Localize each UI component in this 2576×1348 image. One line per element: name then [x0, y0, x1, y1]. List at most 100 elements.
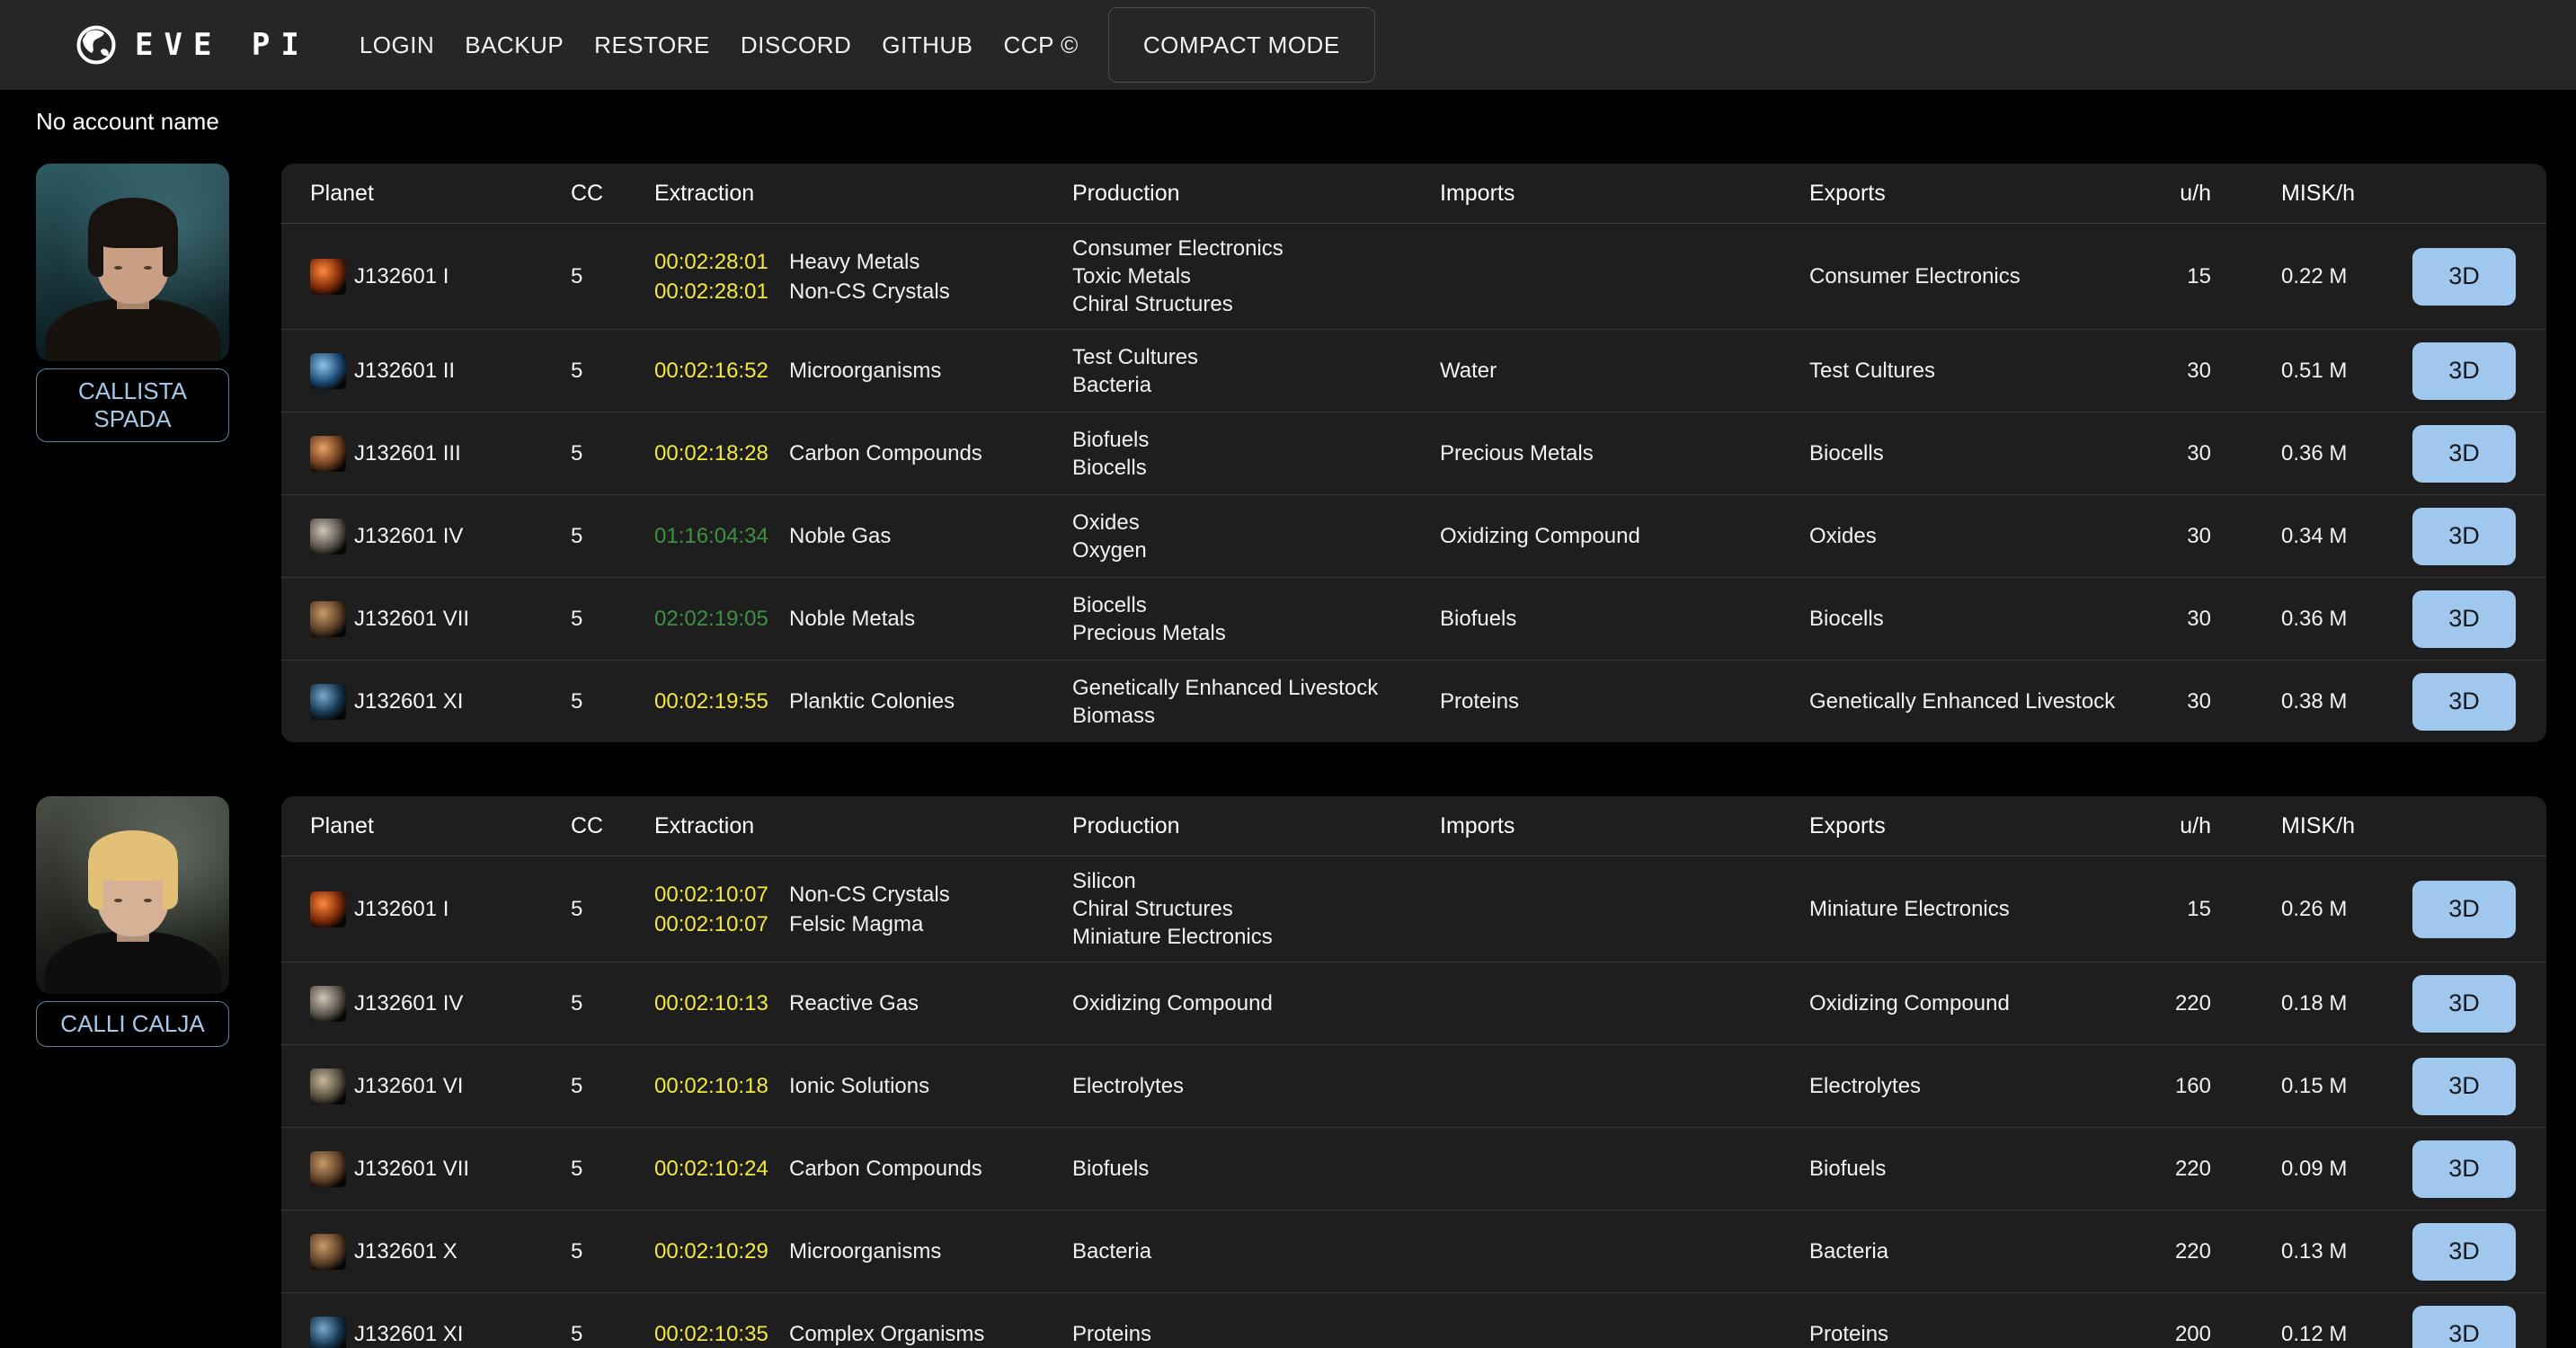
- cc-value: 5: [571, 359, 654, 384]
- planet-name: J132601 X: [354, 1239, 457, 1264]
- misk-per-hour-value: 0.15 M: [2211, 1074, 2412, 1099]
- production-item: Test Cultures: [1072, 343, 1440, 371]
- exports-cell: Oxidizing Compound: [1809, 989, 2133, 1017]
- compact-mode-button[interactable]: COMPACT MODE: [1108, 7, 1375, 83]
- column-header-imports: Imports: [1440, 813, 1809, 839]
- extraction-line: 00:02:10:18Ionic Solutions: [654, 1071, 1072, 1101]
- production-cell: Bacteria: [1072, 1237, 1440, 1265]
- column-header-production: Production: [1072, 181, 1440, 207]
- production-item: Biocells: [1072, 591, 1440, 619]
- production-cell: Test CulturesBacteria: [1072, 343, 1440, 399]
- character-name-button[interactable]: CALLISTA SPADA: [36, 368, 229, 442]
- export-item: Proteins: [1809, 1320, 2133, 1348]
- planet-icon: [310, 259, 346, 295]
- planet-cell: J132601 X: [310, 1234, 571, 1270]
- units-per-hour-value: 30: [2133, 359, 2211, 384]
- export-item: Biofuels: [1809, 1155, 2133, 1183]
- units-per-hour-value: 200: [2133, 1322, 2211, 1347]
- production-item: Biomass: [1072, 702, 1440, 730]
- table-row: J132601 X500:02:10:29MicroorganismsBacte…: [281, 1210, 2546, 1292]
- column-header-miskh: MISK/h: [2211, 181, 2412, 207]
- nav-item-login[interactable]: LOGIN: [344, 31, 449, 59]
- units-per-hour-value: 220: [2133, 1157, 2211, 1182]
- extraction-line: 00:02:19:55Planktic Colonies: [654, 687, 1072, 716]
- extraction-line: 00:02:10:13Reactive Gas: [654, 989, 1072, 1018]
- column-header-extraction: Extraction: [654, 181, 1072, 207]
- units-per-hour-value: 30: [2133, 607, 2211, 632]
- extraction-cell: 00:02:10:24Carbon Compounds: [654, 1154, 1072, 1184]
- extraction-timer: 00:02:10:29: [654, 1237, 789, 1266]
- extraction-timer: 00:02:10:07: [654, 909, 789, 939]
- export-item: Genetically Enhanced Livestock: [1809, 687, 2133, 715]
- view-3d-button[interactable]: 3D: [2412, 590, 2516, 648]
- planet-cell: J132601 VII: [310, 601, 571, 637]
- view-3d-button[interactable]: 3D: [2412, 1058, 2516, 1115]
- misk-per-hour-value: 0.12 M: [2211, 1322, 2412, 1347]
- units-per-hour-value: 30: [2133, 689, 2211, 714]
- view-3d-button[interactable]: 3D: [2412, 342, 2516, 400]
- character-name-button[interactable]: CALLI CALJA: [36, 1001, 229, 1047]
- planets-table-body: J132601 I500:02:10:07Non-CS Crystals00:0…: [281, 856, 2546, 1348]
- actions-cell: 3D: [2412, 425, 2516, 483]
- misk-per-hour-value: 0.22 M: [2211, 264, 2412, 289]
- view-3d-button[interactable]: 3D: [2412, 248, 2516, 306]
- planet-name: J132601 IV: [354, 524, 463, 549]
- extraction-timer: 02:02:19:05: [654, 604, 789, 634]
- planet-name: J132601 I: [354, 897, 449, 922]
- nav-item-ccp[interactable]: CCP ©: [989, 31, 1094, 59]
- planet-name: J132601 IV: [354, 991, 463, 1016]
- planet-cell: J132601 XI: [310, 684, 571, 720]
- planet-icon: [310, 436, 346, 472]
- nav-item-github[interactable]: GITHUB: [866, 31, 988, 59]
- planet-cell: J132601 I: [310, 891, 571, 927]
- nav-item-backup[interactable]: BACKUP: [449, 31, 579, 59]
- planet-name: J132601 III: [354, 441, 461, 466]
- extraction-timer: 00:02:10:35: [654, 1319, 789, 1348]
- column-header-uh: u/h: [2133, 181, 2211, 207]
- table-row: J132601 VII 500:02:10:24Carbon Compounds B…: [281, 1127, 2546, 1210]
- character-panel: CALLISTA SPADA: [0, 164, 281, 442]
- view-3d-button[interactable]: 3D: [2412, 1223, 2516, 1281]
- production-cell: Electrolytes: [1072, 1072, 1440, 1100]
- view-3d-button[interactable]: 3D: [2412, 1306, 2516, 1348]
- view-3d-button[interactable]: 3D: [2412, 881, 2516, 938]
- actions-cell: 3D: [2412, 590, 2516, 648]
- production-item: Biocells: [1072, 454, 1440, 482]
- cc-value: 5: [571, 1157, 654, 1182]
- extraction-timer: 00:02:28:01: [654, 247, 789, 277]
- misk-per-hour-value: 0.13 M: [2211, 1239, 2412, 1264]
- nav-item-discord[interactable]: DISCORD: [725, 31, 866, 59]
- planets-table-body: J132601 I500:02:28:01Heavy Metals00:02:2…: [281, 224, 2546, 742]
- view-3d-button[interactable]: 3D: [2412, 1140, 2516, 1198]
- planet-name: J132601 VII: [354, 1157, 469, 1182]
- import-item: Water: [1440, 357, 1809, 385]
- extraction-cell: 00:02:28:01Heavy Metals00:02:28:01Non-CS…: [654, 247, 1072, 306]
- exports-cell: Biofuels: [1809, 1155, 2133, 1183]
- portrait-hair-right: [163, 219, 178, 277]
- imports-cell: Proteins: [1440, 687, 1809, 715]
- extraction-cell: 00:02:10:07Non-CS Crystals00:02:10:07Fel…: [654, 880, 1072, 939]
- extraction-line: 00:02:16:52Microorganisms: [654, 356, 1072, 386]
- production-item: Oxygen: [1072, 537, 1440, 564]
- extraction-line: 00:02:10:24Carbon Compounds: [654, 1154, 1072, 1184]
- view-3d-button[interactable]: 3D: [2412, 508, 2516, 565]
- portrait-eye-left: [114, 899, 122, 902]
- extraction-line: 00:02:10:07Non-CS Crystals: [654, 880, 1072, 909]
- view-3d-button[interactable]: 3D: [2412, 673, 2516, 731]
- export-item: Electrolytes: [1809, 1072, 2133, 1100]
- view-3d-button[interactable]: 3D: [2412, 975, 2516, 1033]
- nav-item-restore[interactable]: RESTORE: [579, 31, 725, 59]
- column-header-cc: CC: [571, 813, 654, 839]
- export-item: Biocells: [1809, 439, 2133, 467]
- planet-icon: [310, 1069, 346, 1104]
- extraction-line: 00:02:18:28Carbon Compounds: [654, 439, 1072, 468]
- view-3d-button[interactable]: 3D: [2412, 425, 2516, 483]
- planet-icon: [310, 1317, 346, 1348]
- misk-per-hour-value: 0.34 M: [2211, 524, 2412, 549]
- misk-per-hour-value: 0.38 M: [2211, 689, 2412, 714]
- exports-cell: Biocells: [1809, 439, 2133, 467]
- production-item: Precious Metals: [1072, 619, 1440, 647]
- exports-cell: Oxides: [1809, 522, 2133, 550]
- planets-table-header: PlanetCCExtractionProductionImportsExpor…: [281, 164, 2546, 224]
- planets-table: PlanetCCExtractionProductionImportsExpor…: [281, 164, 2546, 742]
